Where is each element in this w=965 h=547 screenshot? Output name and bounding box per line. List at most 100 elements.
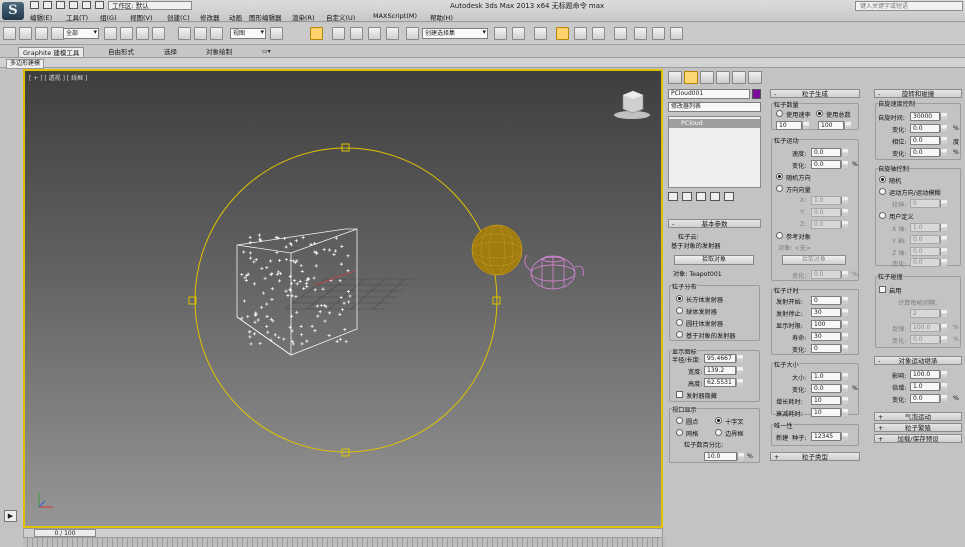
- seed-spinner[interactable]: 12345: [811, 432, 848, 441]
- viewcube[interactable]: [614, 90, 650, 119]
- menu-tools[interactable]: 工具(T): [66, 12, 88, 22]
- modifier-list-dropdown[interactable]: 修改器列表: [668, 102, 761, 112]
- user-defined-radio[interactable]: [879, 212, 886, 219]
- x-spinner[interactable]: 1.0: [811, 196, 848, 205]
- schematic-view-icon[interactable]: [592, 27, 605, 40]
- ribbon-options-icon[interactable]: ▭▾: [258, 47, 275, 57]
- pivot-center-icon[interactable]: [270, 27, 283, 40]
- graphite-toggle-icon[interactable]: [556, 27, 569, 40]
- emitter-hidden-checkbox[interactable]: [676, 391, 683, 398]
- bounce-variation-spinner[interactable]: 0.0: [910, 335, 947, 344]
- edit-named-selection-icon[interactable]: [406, 27, 419, 40]
- reference-variation-spinner[interactable]: 0.0: [811, 270, 848, 279]
- particle-box[interactable]: [236, 228, 358, 356]
- new-file-icon[interactable]: [30, 1, 39, 9]
- play-icon[interactable]: ▶: [4, 510, 17, 522]
- modifier-stack[interactable]: PCloud: [668, 116, 761, 188]
- tab-freeform[interactable]: 自由形式: [104, 47, 138, 57]
- inherit-variation-spinner[interactable]: 0.0: [910, 394, 947, 403]
- bubble-motion-rollout[interactable]: + 气泡运动: [874, 412, 962, 421]
- mesh-radio[interactable]: [676, 429, 683, 436]
- scale-icon[interactable]: [210, 27, 223, 40]
- time-slider[interactable]: 0 / 100: [23, 528, 663, 538]
- emit-stop-spinner[interactable]: 30: [811, 308, 848, 317]
- tab-object-paint[interactable]: 对象绘制: [202, 47, 236, 57]
- select-and-manipulate-icon[interactable]: [310, 27, 323, 40]
- axis-variation-spinner[interactable]: 0.0: [910, 258, 947, 267]
- remove-modifier-icon[interactable]: [710, 192, 720, 201]
- motion-blur-radio[interactable]: [879, 188, 886, 195]
- target-sphere[interactable]: [471, 224, 523, 276]
- search-input[interactable]: 键入关键字或短语: [855, 1, 963, 11]
- render-setup-icon[interactable]: [634, 27, 647, 40]
- rectangle-selection-icon[interactable]: [136, 27, 149, 40]
- menu-modifiers[interactable]: 修改器: [200, 12, 220, 22]
- select-link-icon[interactable]: [19, 27, 32, 40]
- window-crossing-icon[interactable]: [152, 27, 165, 40]
- fade-spinner[interactable]: 10: [811, 408, 848, 417]
- bounce-spinner[interactable]: 100.0: [910, 323, 947, 332]
- make-unique-icon[interactable]: [696, 192, 706, 201]
- select-by-name-icon[interactable]: [120, 27, 133, 40]
- open-file-icon[interactable]: [43, 1, 52, 9]
- undo-icon[interactable]: [69, 1, 78, 9]
- motion-tab-icon[interactable]: [716, 71, 730, 84]
- y-axis-spinner[interactable]: 0.0: [910, 235, 947, 244]
- display-until-spinner[interactable]: 100: [811, 320, 848, 329]
- undo-icon[interactable]: [3, 27, 16, 40]
- y-spinner[interactable]: 0.0: [811, 208, 848, 217]
- menu-maxscript[interactable]: MAXScript(M): [373, 12, 417, 20]
- basic-parameters-rollout[interactable]: - 基本参数: [668, 219, 761, 228]
- sphere-emitter-radio[interactable]: [676, 307, 683, 314]
- render-teapot-icon[interactable]: [670, 27, 683, 40]
- create-tab-icon[interactable]: [668, 71, 682, 84]
- display-tab-icon[interactable]: [732, 71, 746, 84]
- calc-interval-spinner[interactable]: 2: [910, 309, 947, 318]
- rate-spinner[interactable]: 10: [776, 121, 809, 130]
- object-color-swatch[interactable]: [752, 89, 761, 99]
- pick-reference-object-button[interactable]: 拾取对象: [782, 255, 846, 265]
- size-spinner[interactable]: 1.0: [811, 372, 848, 381]
- utilities-tab-icon[interactable]: [748, 71, 762, 84]
- size-variation-spinner[interactable]: 0.0: [811, 384, 848, 393]
- x-axis-spinner[interactable]: 1.0: [910, 223, 947, 232]
- layer-manager-icon[interactable]: [534, 27, 547, 40]
- rendered-frame-icon[interactable]: [652, 27, 665, 40]
- z-axis-spinner[interactable]: 0.0: [910, 247, 947, 256]
- menu-views[interactable]: 视图(V): [130, 12, 153, 22]
- bbox-radio[interactable]: [715, 429, 722, 436]
- box-emitter-radio[interactable]: [676, 295, 683, 302]
- mirror-icon[interactable]: [494, 27, 507, 40]
- width-spinner[interactable]: 139.2: [704, 366, 743, 375]
- angle-snap-icon[interactable]: [350, 27, 363, 40]
- rotate-icon[interactable]: [194, 27, 207, 40]
- menu-help[interactable]: 帮助(H): [430, 12, 453, 22]
- ribbon-panel-label[interactable]: 多边形建模: [6, 59, 45, 69]
- life-spinner[interactable]: 30: [811, 332, 848, 341]
- new-seed-label[interactable]: 新建: [776, 433, 788, 442]
- object-emitter-radio[interactable]: [676, 331, 683, 338]
- z-spinner[interactable]: 0.0: [811, 220, 848, 229]
- selection-filter-dropdown[interactable]: 全部: [63, 28, 99, 39]
- modify-tab-icon[interactable]: [684, 71, 698, 84]
- pick-object-button[interactable]: 拾取对象: [674, 255, 754, 265]
- particle-type-rollout[interactable]: + 粒子类型: [770, 452, 860, 461]
- spin-variation-spinner[interactable]: 0.0: [910, 124, 947, 133]
- particle-generation-rollout[interactable]: - 粒子生成: [770, 89, 860, 98]
- menu-edit[interactable]: 编辑(E): [30, 12, 52, 22]
- menu-graph-editors[interactable]: 图形编辑器: [249, 12, 282, 22]
- percent-snap-icon[interactable]: [368, 27, 381, 40]
- spinner-snap-icon[interactable]: [386, 27, 399, 40]
- load-save-presets-rollout[interactable]: + 加载/保存预设: [874, 434, 962, 443]
- use-total-radio[interactable]: [816, 110, 823, 117]
- emitter-sphere-outline[interactable]: [194, 147, 498, 453]
- multiplier-spinner[interactable]: 1.0: [910, 382, 947, 391]
- object-name-input[interactable]: PCloud001: [668, 89, 750, 99]
- object-motion-inheritance-rollout[interactable]: - 对象运动继承: [874, 356, 962, 365]
- snaps-toggle-icon[interactable]: [332, 27, 345, 40]
- configure-sets-icon[interactable]: [724, 192, 734, 201]
- life-variation-spinner[interactable]: 0: [811, 344, 848, 353]
- hierarchy-tab-icon[interactable]: [700, 71, 714, 84]
- unlink-icon[interactable]: [35, 27, 48, 40]
- redo-icon[interactable]: [82, 1, 91, 9]
